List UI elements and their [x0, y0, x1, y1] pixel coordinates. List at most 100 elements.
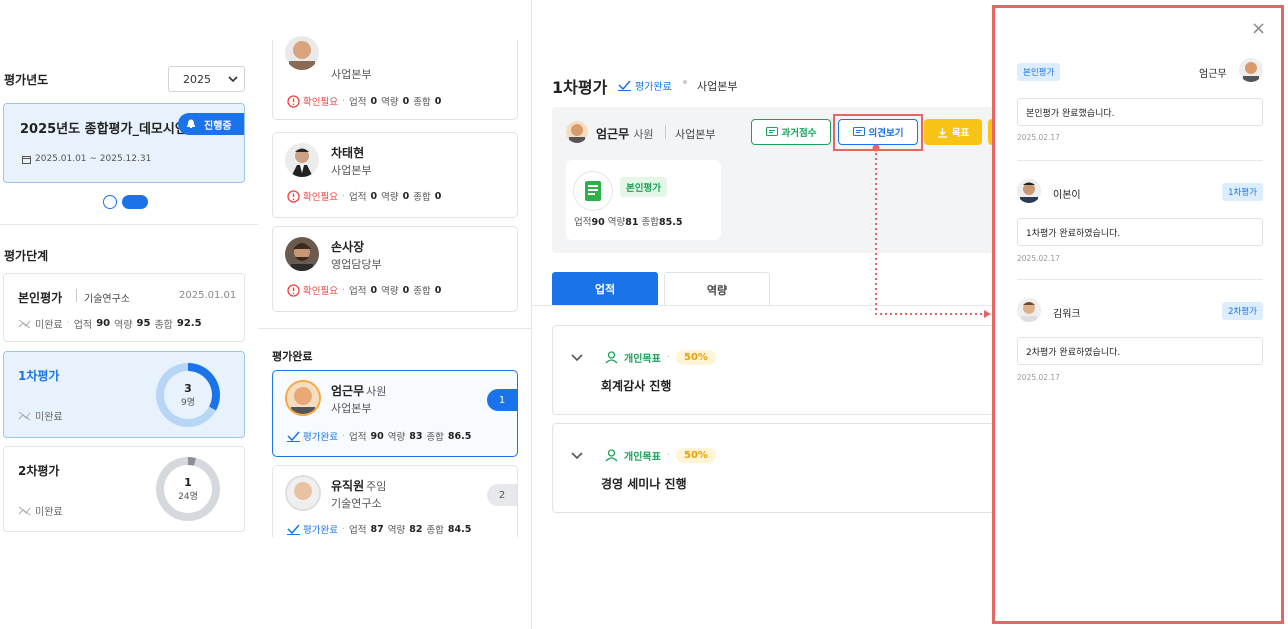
stage-status: 미완료 [18, 503, 63, 518]
evaluation-card[interactable]: 2025년도 종합평가_데모시연 진행중 2025.01.01 ~ 2025.1… [3, 103, 245, 183]
avatar [285, 380, 321, 416]
employee-scores: 확인필요 · 업적 0 역량 0 종합 0 [287, 94, 441, 108]
check-icon [287, 431, 300, 442]
incomplete-icon [18, 506, 31, 515]
bell-icon [186, 119, 196, 128]
employee-card[interactable]: 사업본부 확인필요 · 업적 0 역량 0 종합 0 [272, 36, 518, 120]
divider [258, 328, 531, 329]
employee-dept: 사업본부 [331, 402, 372, 415]
evaluation-status: 평가완료 [618, 78, 672, 93]
divider [1017, 279, 1263, 280]
stage-scores: 미완료 · 업적 90 역량 95 종합 92.5 [18, 316, 202, 331]
employee-name: 엄근무 사원 [331, 384, 387, 398]
employee-scores: 평가완료 · 업적 90 역량 83 종합 86.5 [287, 429, 471, 443]
opinion-message: 2차평가 완료하였습니다. [1017, 337, 1263, 365]
download-icon [937, 127, 947, 138]
year-select[interactable]: 2025 [168, 66, 245, 92]
calendar-icon [22, 155, 31, 164]
opinion-date: 2025.02.17 [1017, 254, 1060, 263]
progress-donut: 3 9명 [156, 363, 220, 427]
goal-card[interactable]: 개인목표 · 50% 회계감사 진행 [552, 325, 1012, 415]
self-eval-card: 본인평가 업적90 역량81 종합85.5 [566, 160, 721, 240]
alert-icon [287, 189, 300, 203]
past-score-button[interactable]: 과거점수 [751, 119, 831, 145]
employee-card[interactable]: 차태현 사업본부 확인필요 · 업적 0 역량 0 종합 0 [272, 132, 518, 218]
alert-icon [287, 283, 300, 297]
avatar [1239, 58, 1263, 82]
self-eval-tag: 본인평가 [620, 177, 667, 197]
notebook-icon [573, 171, 613, 211]
chevron-down-icon[interactable] [571, 354, 583, 362]
stage-label: 평가단계 [4, 249, 49, 263]
rank-badge: 2 [487, 484, 517, 506]
avatar [285, 143, 319, 177]
stage-status: 미완료 [18, 408, 63, 423]
goal-header: 개인목표 · 50% [605, 448, 716, 463]
goal-title: 경영 세미나 진행 [601, 477, 687, 491]
year-label: 평가년도 [4, 73, 49, 87]
alert-icon [287, 94, 300, 108]
close-icon[interactable]: × [1251, 20, 1266, 38]
chevron-down-icon[interactable] [571, 452, 583, 460]
stage-name: 1차평가 [18, 369, 60, 383]
employee-card-selected[interactable]: 엄근무 사원 사업본부 1 평가완료 · 업적 90 역량 83 종합 86.5 [272, 370, 518, 457]
employee-dept: 기술연구소 [331, 497, 382, 510]
header-dept: 사업본부 [697, 80, 738, 93]
year-value: 2025 [183, 72, 211, 86]
employee-dept: 사업본부 [331, 68, 372, 81]
goal-header: 개인목표 · 50% [605, 350, 716, 365]
avatar [1017, 179, 1041, 203]
carousel-dot-active[interactable] [122, 195, 148, 209]
opinion-author: 엄근무 [1199, 69, 1227, 80]
comment-icon [852, 126, 865, 136]
divider [1017, 160, 1263, 161]
status-badge: 진행중 [178, 113, 244, 135]
employee-scores: 확인필요 · 업적 0 역량 0 종합 0 [287, 189, 441, 203]
employee-dept: 영업담당부 [331, 258, 382, 271]
incomplete-icon [18, 411, 31, 420]
employee-card[interactable]: 유직원 주임 기술연구소 2 평가완료 · 업적 87 역량 82 종합 84.5 [272, 465, 518, 537]
stage-name: 본인평가 [18, 291, 63, 305]
employee-name: 손사장 [331, 240, 365, 254]
avatar [566, 121, 588, 143]
employee-name: 유직원 주임 [331, 479, 387, 493]
tab-competency[interactable]: 역량 [664, 272, 770, 306]
stage-second[interactable]: 2차평가 미완료 1 24명 [3, 446, 245, 532]
person-icon [605, 449, 618, 462]
carousel-dot[interactable] [103, 195, 117, 209]
connector-arrow [872, 144, 991, 318]
goal-card[interactable]: 개인목표 · 50% 경영 세미나 진행 [552, 423, 1012, 513]
self-eval-scores: 업적90 역량81 종합85.5 [574, 217, 683, 228]
rank-badge: 1 [487, 389, 517, 411]
completed-label: 평가완료 [272, 350, 313, 363]
stage-name: 2차평가 [18, 464, 60, 478]
check-icon [618, 80, 631, 91]
stage-date: 2025.01.01 [179, 290, 237, 301]
opinion-author: 이본이 [1053, 190, 1081, 201]
person-icon [605, 351, 618, 364]
evaluation-title: 2025년도 종합평가_데모시연 [20, 122, 187, 137]
avatar [1017, 298, 1041, 322]
employee-scores: 확인필요 · 업적 0 역량 0 종합 0 [287, 283, 441, 297]
evaluation-period: 2025.01.01 ~ 2025.12.31 [22, 154, 151, 164]
opinion-tag: 2차평가 [1222, 302, 1263, 320]
divider [76, 289, 77, 302]
left-column: 평가년도 2025 2025년도 종합평가_데모시연 진행중 2025.01.0… [0, 0, 258, 629]
stage-first[interactable]: 1차평가 미완료 3 9명 [3, 351, 245, 438]
stage-dept: 기술연구소 [84, 294, 130, 305]
divider [0, 224, 258, 225]
employee-list: 사업본부 확인필요 · 업적 0 역량 0 종합 0 차태현 사업본부 확인필요 · 업적 0 역… [258, 0, 531, 629]
opinion-panel: × 본인평가 엄근무 본인평가 완료했습니다. 2025.02.17 이본이 1… [992, 5, 1284, 624]
opinion-message: 본인평가 완료했습니다. [1017, 98, 1263, 126]
carousel-dots[interactable] [103, 195, 148, 209]
tab-performance[interactable]: 업적 [552, 272, 658, 306]
check-icon [287, 524, 300, 535]
stage-self[interactable]: 본인평가 기술연구소 2025.01.01 미완료 · 업적 90 역량 95 종합… [3, 273, 245, 342]
opinion-author: 김워크 [1053, 309, 1081, 320]
comment-icon [765, 126, 778, 136]
employee-card[interactable]: 손사장 영업담당부 확인필요 · 업적 0 역량 0 종합 0 [272, 226, 518, 312]
person-name: 엄근무 사원 [596, 127, 654, 141]
avatar [285, 36, 319, 70]
goal-title: 회계감사 진행 [601, 379, 672, 393]
opinion-date: 2025.02.17 [1017, 133, 1060, 142]
